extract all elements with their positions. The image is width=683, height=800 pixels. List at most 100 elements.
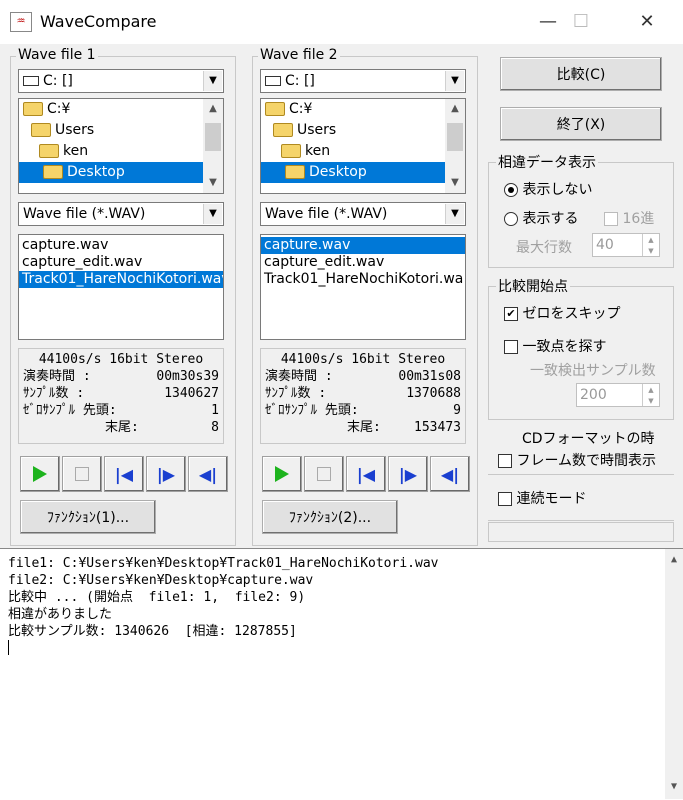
chevron-down-icon[interactable]: ▼ — [203, 204, 222, 224]
function-1-button[interactable]: ﾌｧﾝｸｼｮﾝ(1)... — [20, 500, 156, 534]
chevron-up-icon[interactable]: ▲ — [665, 551, 683, 568]
max-rows-spinner[interactable]: 40 ▲ ▼ — [592, 233, 660, 257]
drive-icon — [23, 76, 39, 86]
drive-select-1[interactable]: C: [] ▼ — [18, 69, 224, 93]
chevron-down-icon[interactable]: ▼ — [445, 204, 464, 224]
maximize-icon[interactable]: ☐ — [566, 8, 596, 36]
show-radio[interactable]: 表示する — [504, 208, 578, 228]
max-rows-value: 40 — [596, 237, 614, 253]
folder-open-icon — [281, 144, 301, 158]
drive-select-2[interactable]: C: [] ▼ — [260, 69, 466, 93]
folder-item[interactable]: ken — [19, 141, 223, 162]
file-type-value: Wave file (*.WAV) — [23, 206, 146, 222]
skip-zero-checkbox[interactable]: ✔ ゼロをスキップ — [504, 303, 620, 323]
zero-tail-value: 8 — [211, 420, 219, 435]
chevron-down-icon[interactable]: ▼ — [445, 173, 465, 193]
folder-item-selected[interactable]: Desktop — [261, 162, 445, 183]
chevron-down-icon[interactable]: ▼ — [203, 173, 223, 193]
folder-list-2[interactable]: C:¥ Users ken Desktop ▲ ▼ — [260, 98, 466, 194]
skip-start-button[interactable]: |◀ — [104, 456, 144, 492]
file-item-selected[interactable]: capture.wav — [261, 237, 465, 254]
hex-checkbox[interactable]: 16進 — [604, 208, 654, 228]
file-info-1: 44100s/s 16bit Stereo 演奏時間 : 00m30s39 ｻﾝﾌ… — [18, 348, 224, 444]
play-button[interactable] — [262, 456, 302, 492]
folder-item[interactable]: Users — [19, 120, 223, 141]
checkmark-icon: ✔ — [504, 307, 518, 321]
file-list-1[interactable]: capture.wav capture_edit.wav Track01_Har… — [18, 234, 224, 340]
folder-label: Desktop — [309, 164, 367, 180]
zero-tail-label: 末尾: — [105, 420, 139, 435]
file-item[interactable]: capture_edit.wav — [19, 254, 223, 271]
folder-item[interactable]: C:¥ — [261, 99, 465, 120]
chevron-up-icon[interactable]: ▲ — [203, 99, 223, 119]
format-text: 44100s/s 16bit Stereo — [280, 352, 446, 367]
continuous-checkbox[interactable]: 連続モード — [498, 488, 586, 508]
file-item[interactable]: Track01_HareNochiKotori.wa — [261, 271, 465, 288]
file-type-select-1[interactable]: Wave file (*.WAV) ▼ — [18, 202, 224, 226]
chevron-down-icon[interactable]: ▼ — [203, 71, 222, 91]
log-scrollbar[interactable]: ▲ ▼ — [665, 549, 683, 799]
folder-open-icon — [273, 123, 293, 137]
file-type-select-2[interactable]: Wave file (*.WAV) ▼ — [260, 202, 466, 226]
skip-start-icon: |◀ — [356, 464, 376, 484]
checkbox-icon — [498, 492, 512, 506]
step-forward-icon: |▶ — [156, 464, 176, 484]
stop-button[interactable] — [304, 456, 344, 492]
chevron-down-icon[interactable]: ▼ — [648, 247, 653, 255]
scroll-thumb[interactable] — [205, 123, 221, 151]
function-2-button[interactable]: ﾌｧﾝｸｼｮﾝ(2)... — [262, 500, 398, 534]
chevron-down-icon[interactable]: ▼ — [665, 778, 683, 795]
folder-open-icon — [285, 165, 305, 179]
folder-open-icon — [265, 102, 285, 116]
zero-head-value: 1 — [211, 403, 219, 418]
match-samples-spinner[interactable]: 200 ▲ ▼ — [576, 383, 660, 407]
play-button[interactable] — [20, 456, 60, 492]
skip-end-button[interactable]: ◀| — [188, 456, 228, 492]
log-output[interactable]: file1: C:¥Users¥ken¥Desktop¥Track01_Hare… — [0, 548, 683, 800]
folder-label: Users — [55, 122, 95, 138]
stop-button[interactable] — [62, 456, 102, 492]
folder-list-1[interactable]: C:¥ Users ken Desktop ▲ ▼ — [18, 98, 224, 194]
folder-item-selected[interactable]: Desktop — [19, 162, 203, 183]
folder-label: ken — [63, 143, 89, 159]
no-show-radio[interactable]: 表示しない — [504, 179, 592, 199]
chevron-up-icon[interactable]: ▲ — [648, 386, 653, 394]
play-time-label: 演奏時間 : — [265, 369, 333, 384]
log-line: 相違がありました — [8, 607, 113, 622]
folder-item[interactable]: Users — [261, 120, 465, 141]
step-forward-button[interactable]: |▶ — [146, 456, 186, 492]
file-list-2[interactable]: capture.wav capture_edit.wav Track01_Har… — [260, 234, 466, 340]
file-info-2: 44100s/s 16bit Stereo 演奏時間 : 00m31s08 ｻﾝﾌ… — [260, 348, 466, 444]
folder-scrollbar[interactable]: ▲ ▼ — [203, 99, 223, 193]
radio-icon — [504, 212, 518, 226]
folder-label: C:¥ — [289, 101, 313, 117]
file-item[interactable]: capture.wav — [19, 237, 223, 254]
scroll-thumb[interactable] — [447, 123, 463, 151]
folder-item[interactable]: ken — [261, 141, 465, 162]
minimize-icon[interactable]: — — [533, 8, 563, 36]
chevron-down-icon[interactable]: ▼ — [445, 71, 464, 91]
file-item[interactable]: capture_edit.wav — [261, 254, 465, 271]
folder-item[interactable]: C:¥ — [19, 99, 223, 120]
text-cursor — [0, 640, 683, 657]
radio-selected-icon — [504, 183, 518, 197]
stop-icon — [317, 467, 331, 481]
match-samples-label: 一致検出サンプル数 — [530, 363, 656, 379]
compare-button[interactable]: 比較(C) — [500, 57, 662, 91]
folder-scrollbar[interactable]: ▲ ▼ — [445, 99, 465, 193]
samples-value: 1340627 — [164, 386, 219, 401]
skip-end-button[interactable]: ◀| — [430, 456, 470, 492]
find-match-checkbox[interactable]: 一致点を探す — [504, 336, 606, 356]
log-line: file2: C:¥Users¥ken¥Desktop¥capture.wav — [8, 573, 314, 588]
frames-checkbox[interactable]: フレーム数で時間表示 — [498, 450, 656, 470]
wave-file-2-label: Wave file 2 — [258, 47, 340, 63]
close-icon[interactable]: ✕ — [632, 8, 662, 36]
chevron-down-icon[interactable]: ▼ — [648, 397, 653, 405]
chevron-up-icon[interactable]: ▲ — [648, 236, 653, 244]
file-item-selected[interactable]: Track01_HareNochiKotori.wav — [19, 271, 223, 288]
exit-button[interactable]: 終了(X) — [500, 107, 662, 141]
max-rows-label: 最大行数 — [516, 240, 572, 256]
step-forward-button[interactable]: |▶ — [388, 456, 428, 492]
chevron-up-icon[interactable]: ▲ — [445, 99, 465, 119]
skip-start-button[interactable]: |◀ — [346, 456, 386, 492]
